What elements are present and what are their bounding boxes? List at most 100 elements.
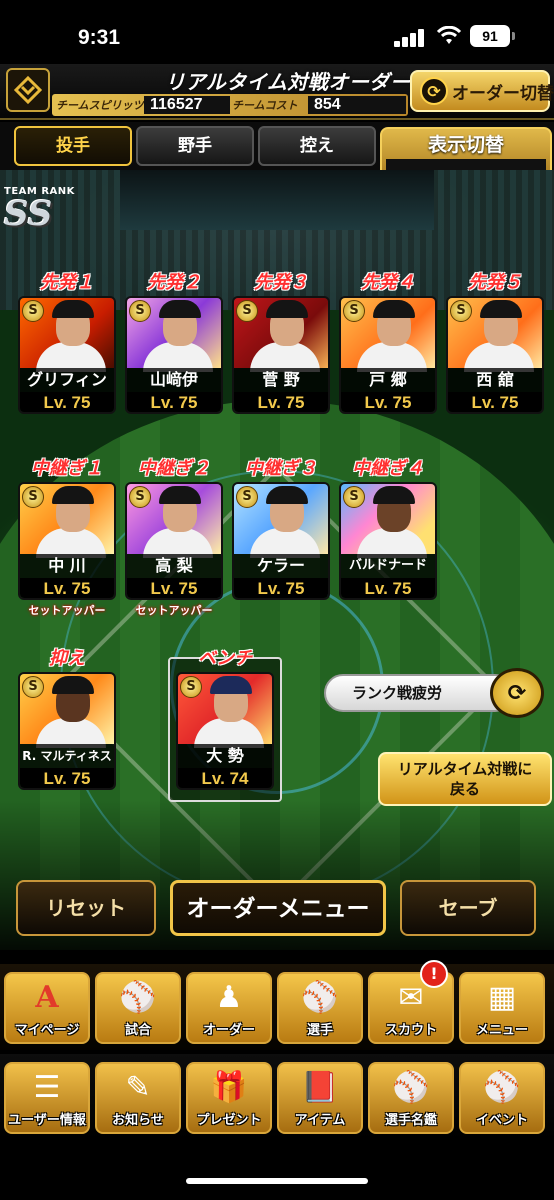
nav-news[interactable]: ✎ お知らせ xyxy=(95,1062,181,1134)
back-to-realtime-battle-button[interactable]: リアルタイム対戦に 戻る xyxy=(378,752,552,806)
nav-label: メニュー xyxy=(475,1023,528,1038)
player-level: Lv. 75 xyxy=(20,578,114,598)
view-toggle-title: 表示切替 xyxy=(427,134,504,156)
nav-menu[interactable]: ▦ メニュー xyxy=(459,972,545,1044)
nav-player-book[interactable]: ⚾ 選手名鑑 xyxy=(368,1062,454,1134)
slot-label: 抑え xyxy=(49,648,85,669)
order-switch-label: オーダー切替 xyxy=(452,83,554,104)
fatigue-swap-icon[interactable]: ⟳ xyxy=(490,668,544,718)
player-level: Lv. 75 xyxy=(234,578,328,598)
slot-label: 先発１ xyxy=(40,272,94,293)
reliever-slot-4[interactable]: 中継ぎ４ S バルドナード Lv. 75 xyxy=(339,456,437,600)
player-card[interactable]: S R. マルティネス Lv. 75 xyxy=(18,672,116,790)
player-icon: ⚾ xyxy=(301,980,339,1015)
order-icon: ♟ xyxy=(215,980,243,1015)
nav-player[interactable]: ⚾ 選手 xyxy=(277,972,363,1044)
sub-nav: ☰ ユーザー情報 ✎ お知らせ 🎁 プレゼント 📕 アイテム ⚾ 選手名鑑 ⚾ … xyxy=(0,1054,554,1140)
player-name: 西 舘 xyxy=(448,368,542,392)
player-name: 高 梨 xyxy=(127,554,221,578)
nav-label: アイテム xyxy=(294,1113,346,1128)
nav-mypage[interactable]: A マイページ xyxy=(4,972,90,1044)
rank-fatigue-label: ランク戦疲労 xyxy=(324,674,514,712)
closer-slot[interactable]: 抑え S R. マルティネス Lv. 75 xyxy=(18,646,116,790)
home-indicator[interactable] xyxy=(186,1178,368,1184)
player-level: Lv. 75 xyxy=(341,578,435,598)
rarity-s-icon: S xyxy=(236,300,258,322)
player-name: グリフィン xyxy=(20,368,114,392)
event-icon: ⚾ xyxy=(483,1070,521,1105)
status-bar: 9:31 91 xyxy=(0,0,554,64)
nav-label: ユーザー情報 xyxy=(8,1113,86,1128)
player-card[interactable]: S 中 川 Lv. 75 xyxy=(18,482,116,600)
slot-label: 先発４ xyxy=(361,272,415,293)
player-level: Lv. 75 xyxy=(20,392,114,412)
nav-label: オーダー xyxy=(202,1023,255,1038)
stadium-backstop xyxy=(120,170,434,230)
tab-pitcher[interactable]: 投手 xyxy=(14,126,132,166)
bench-slot[interactable]: ベンチ S 大 勢 Lv. 74 xyxy=(176,646,274,790)
player-card[interactable]: S 菅 野 Lv. 75 xyxy=(232,296,330,414)
team-logo-icon xyxy=(6,68,50,112)
nav-game[interactable]: ⚾ 試合 xyxy=(95,972,181,1044)
team-cost-label: チームコスト xyxy=(232,99,298,112)
nav-user-info[interactable]: ☰ ユーザー情報 xyxy=(4,1062,90,1134)
team-stats: チームスピリッツ 116527 チームコスト 854 xyxy=(52,94,408,116)
reliever-slot-2[interactable]: 中継ぎ２ S 高 梨 Lv. 75 セットアッパー xyxy=(125,456,223,618)
nav-label: プレゼント xyxy=(196,1113,262,1128)
player-name: 戸 郷 xyxy=(341,368,435,392)
slot-label: 中継ぎ４ xyxy=(352,458,424,479)
rarity-s-icon: S xyxy=(22,300,44,322)
starter-slot-3[interactable]: 先発３ S 菅 野 Lv. 75 xyxy=(232,270,330,414)
nav-label: お知らせ xyxy=(112,1113,164,1128)
reliever-slot-3[interactable]: 中継ぎ３ S ケラー Lv. 75 xyxy=(232,456,330,600)
rank-fatigue[interactable]: ランク戦疲労 ⟳ xyxy=(324,668,546,718)
item-icon: 📕 xyxy=(301,1070,339,1105)
player-card[interactable]: S 高 梨 Lv. 75 xyxy=(125,482,223,600)
player-name: ケラー xyxy=(234,554,328,578)
player-name: R. マルティネス xyxy=(20,744,114,768)
tab-fielder[interactable]: 野手 xyxy=(136,126,254,166)
starter-slot-5[interactable]: 先発５ S 西 舘 Lv. 75 xyxy=(446,270,544,414)
page-title: リアルタイム対戦オーダー xyxy=(165,70,411,94)
player-name: 菅 野 xyxy=(234,368,328,392)
back-button-line2: 戻る xyxy=(449,780,480,798)
tab-reserve[interactable]: 控え xyxy=(258,126,376,166)
mypage-icon: A xyxy=(35,980,59,1015)
order-switch-button[interactable]: ⟳ オーダー切替 xyxy=(410,70,554,112)
reset-button[interactable]: リセット xyxy=(16,880,156,936)
reliever-slot-1[interactable]: 中継ぎ１ S 中 川 Lv. 75 セットアッパー xyxy=(18,456,116,618)
player-card[interactable]: S グリフィン Lv. 75 xyxy=(18,296,116,414)
starter-slot-2[interactable]: 先発２ S 山﨑伊 Lv. 75 xyxy=(125,270,223,414)
nav-label: 選手 xyxy=(306,1023,333,1038)
team-spirits-label: チームスピリッツ xyxy=(56,99,144,112)
nav-item[interactable]: 📕 アイテム xyxy=(277,1062,363,1134)
slot-label: 中継ぎ２ xyxy=(138,458,210,479)
starter-slot-4[interactable]: 先発４ S 戸 郷 Lv. 75 xyxy=(339,270,437,414)
player-name: 山﨑伊 xyxy=(127,368,221,392)
player-card[interactable]: S 山﨑伊 Lv. 75 xyxy=(125,296,223,414)
rarity-s-icon: S xyxy=(129,300,151,322)
starter-slot-1[interactable]: 先発１ S グリフィン Lv. 75 xyxy=(18,270,116,414)
status-time: 9:31 xyxy=(78,26,121,49)
news-icon: ✎ xyxy=(125,1070,151,1105)
team-rank-value: SS xyxy=(4,194,53,234)
player-card[interactable]: S ケラー Lv. 75 xyxy=(232,482,330,600)
order-menu-button[interactable]: オーダーメニュー xyxy=(170,880,386,936)
slot-label: 先発３ xyxy=(254,272,308,293)
team-rank: TEAM RANK SS xyxy=(4,186,75,231)
nav-event[interactable]: ⚾ イベント xyxy=(459,1062,545,1134)
player-card[interactable]: S 大 勢 Lv. 74 xyxy=(176,672,274,790)
player-card[interactable]: S 西 舘 Lv. 75 xyxy=(446,296,544,414)
nav-present[interactable]: 🎁 プレゼント xyxy=(186,1062,272,1134)
rarity-s-icon: S xyxy=(129,486,151,508)
rarity-s-icon: S xyxy=(22,676,44,698)
save-button[interactable]: セーブ xyxy=(400,880,536,936)
player-card[interactable]: S 戸 郷 Lv. 75 xyxy=(339,296,437,414)
swap-icon: ⟳ xyxy=(420,77,448,105)
rarity-s-icon: S xyxy=(450,300,472,322)
nav-label: マイページ xyxy=(14,1023,80,1038)
nav-order[interactable]: ♟ オーダー xyxy=(186,972,272,1044)
slot-label: 先発５ xyxy=(468,272,522,293)
slot-label: 先発２ xyxy=(147,272,201,293)
player-card[interactable]: S バルドナード Lv. 75 xyxy=(339,482,437,600)
